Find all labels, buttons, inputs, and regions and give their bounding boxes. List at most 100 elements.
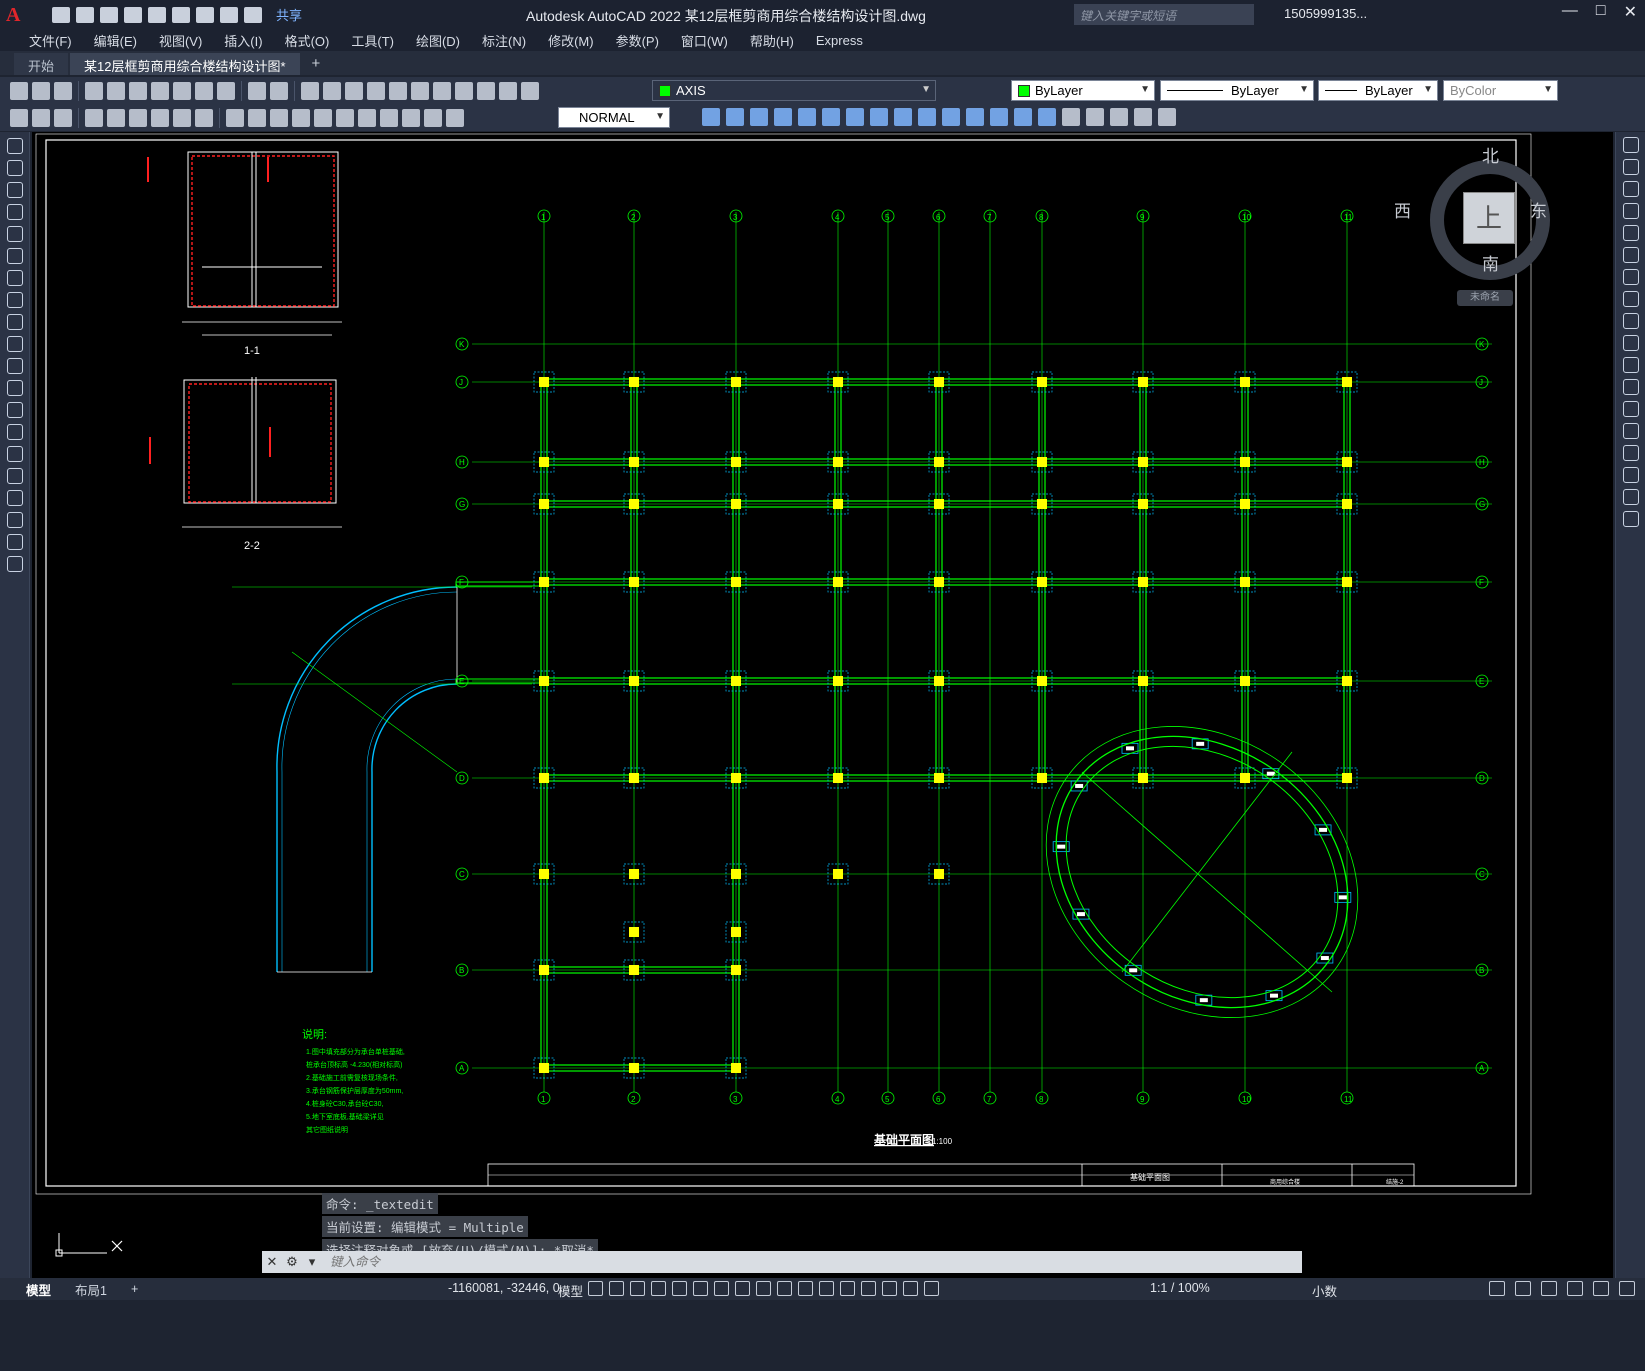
tab-document[interactable]: 某12层框剪商用综合楼结构设计图*: [70, 53, 300, 75]
table-icon[interactable]: [1134, 108, 1152, 126]
auto-scale-icon[interactable]: [924, 1281, 939, 1296]
ellipse-arc-icon[interactable]: [7, 358, 23, 374]
isolate-objects-icon[interactable]: [1541, 1281, 1557, 1296]
tab-layout1[interactable]: 布局1: [63, 1280, 119, 1299]
recent-commands-icon[interactable]: ▾: [302, 1254, 322, 1270]
new-icon[interactable]: [10, 81, 28, 100]
menu-tools[interactable]: 工具(T): [340, 31, 405, 50]
compass-east[interactable]: 东: [1530, 197, 1547, 222]
tolerance-icon[interactable]: [314, 108, 332, 127]
publish-icon[interactable]: [129, 81, 147, 100]
redo-icon[interactable]: [270, 81, 288, 100]
command-input[interactable]: [330, 1255, 1230, 1269]
extend-icon[interactable]: [1623, 357, 1639, 373]
hatch-icon[interactable]: [7, 446, 23, 462]
tab-model[interactable]: 模型: [14, 1280, 63, 1299]
menu-view[interactable]: 视图(V): [148, 31, 213, 50]
web-save-icon[interactable]: [172, 6, 190, 23]
search-input[interactable]: 键入关键字或短语: [1074, 4, 1254, 25]
multiline-text-icon[interactable]: [7, 534, 23, 550]
extend-icon[interactable]: [918, 108, 936, 126]
undo-icon[interactable]: [248, 81, 266, 100]
quick-dimension-icon[interactable]: [10, 108, 28, 127]
quick-properties-icon[interactable]: [1489, 1281, 1505, 1296]
blend-curves-icon[interactable]: [1623, 489, 1639, 505]
dimension-break-icon[interactable]: [292, 108, 310, 127]
units-display[interactable]: 小数: [1312, 1281, 1337, 1300]
plot-icon[interactable]: [85, 81, 103, 100]
mirror-icon[interactable]: [1623, 181, 1639, 197]
autocad-logo-icon[interactable]: A: [6, 4, 28, 26]
snap-icon[interactable]: [609, 1281, 624, 1296]
annotation-visibility-icon[interactable]: [903, 1281, 918, 1296]
new-icon[interactable]: [52, 6, 70, 23]
break-icon[interactable]: [1623, 401, 1639, 417]
viewcube[interactable]: 上 北 南 西 东 未命名: [1394, 147, 1550, 310]
open-icon[interactable]: [76, 6, 94, 23]
dimension-update-icon[interactable]: [446, 108, 464, 127]
array-icon[interactable]: [1623, 225, 1639, 241]
break-at-point-icon[interactable]: [1623, 379, 1639, 395]
menu-draw[interactable]: 绘图(D): [405, 31, 471, 50]
lineweight-icon[interactable]: [756, 1281, 771, 1296]
drawing-canvas[interactable]: 1-1 2-2 1 1 2 2 3 3 4 4 5 5 6 6 7 7 8 8 9 9 10 10 11 11 K: [32, 132, 1613, 1202]
fillet-icon[interactable]: [1623, 467, 1639, 483]
dynamic-ucs-icon[interactable]: [840, 1281, 855, 1296]
wcs-menu[interactable]: 未命名: [1457, 290, 1513, 306]
rotate-icon[interactable]: [822, 108, 840, 126]
move-icon[interactable]: [1623, 247, 1639, 263]
properties-icon[interactable]: [389, 81, 407, 100]
grid-icon[interactable]: [588, 1281, 603, 1296]
selection-cycling-icon[interactable]: [798, 1281, 813, 1296]
zoom-previous-icon[interactable]: [367, 81, 385, 100]
zoom-realtime-icon[interactable]: [323, 81, 341, 100]
add-layout-button[interactable]: +: [119, 1282, 150, 1296]
maximize-icon[interactable]: □: [1596, 2, 1606, 22]
ellipse-icon[interactable]: [7, 336, 23, 352]
user-account[interactable]: 1505999135...: [1284, 6, 1367, 21]
viewcube-top-face[interactable]: 上: [1463, 192, 1515, 244]
plot-preview-icon[interactable]: [107, 81, 125, 100]
menu-modify[interactable]: 修改(M): [537, 31, 605, 50]
menu-window[interactable]: 窗口(W): [670, 31, 739, 50]
open-icon[interactable]: [32, 81, 50, 100]
offset-icon[interactable]: [1623, 203, 1639, 219]
region-icon[interactable]: [7, 490, 23, 506]
tool-palettes-icon[interactable]: [433, 81, 451, 100]
compass-south[interactable]: 南: [1482, 250, 1499, 275]
spline-icon[interactable]: [7, 314, 23, 330]
insert-block-icon[interactable]: [7, 380, 23, 396]
offset-icon[interactable]: [750, 108, 768, 126]
point-icon[interactable]: [1158, 108, 1176, 126]
ordinate-icon[interactable]: [107, 108, 125, 127]
plot-icon[interactable]: [196, 6, 214, 23]
rectangle-icon[interactable]: [7, 226, 23, 242]
hardware-acceleration-icon[interactable]: [1567, 1281, 1583, 1296]
help-icon[interactable]: [499, 81, 517, 100]
layer-dropdown[interactable]: AXIS ▼: [652, 80, 936, 101]
annotation-scale[interactable]: 1:1 / 100%: [1150, 1281, 1210, 1295]
circle-icon[interactable]: [7, 270, 23, 286]
diameter-icon[interactable]: [173, 108, 191, 127]
dimension-text-edit-icon[interactable]: [424, 108, 442, 127]
polar-icon[interactable]: [672, 1281, 687, 1296]
save-as-icon[interactable]: [124, 6, 142, 23]
copy-object-icon[interactable]: [702, 108, 720, 126]
web-open-icon[interactable]: [148, 6, 166, 23]
trim-icon[interactable]: [1623, 335, 1639, 351]
compass-north[interactable]: 北: [1482, 142, 1499, 167]
erase-icon[interactable]: [1062, 108, 1080, 126]
dimension-space-icon[interactable]: [270, 108, 288, 127]
arc-length-icon[interactable]: [85, 108, 103, 127]
redo-icon[interactable]: [244, 6, 262, 23]
join-icon[interactable]: [1623, 423, 1639, 439]
menu-format[interactable]: 格式(O): [274, 31, 341, 50]
menu-dimension[interactable]: 标注(N): [471, 31, 537, 50]
isodraft-icon[interactable]: [693, 1281, 708, 1296]
chamfer-icon[interactable]: [1623, 445, 1639, 461]
customize-icon[interactable]: ⚙: [282, 1254, 302, 1270]
baseline-icon[interactable]: [226, 108, 244, 127]
chamfer-icon[interactable]: [990, 108, 1008, 126]
radius-icon[interactable]: [129, 108, 147, 127]
clean-screen-icon[interactable]: [1593, 1281, 1609, 1296]
